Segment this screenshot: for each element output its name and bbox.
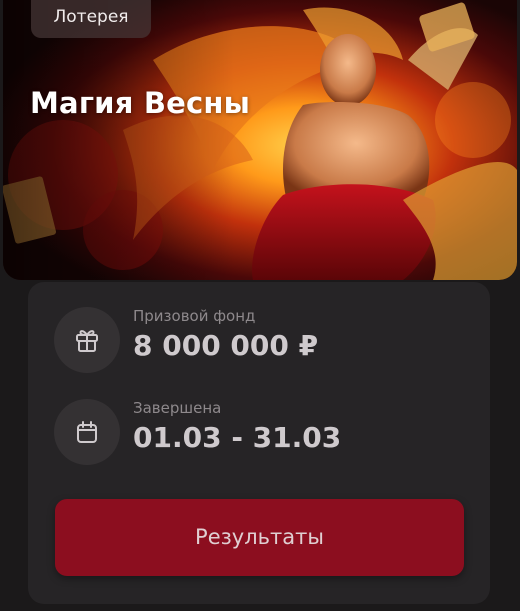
status-icon-circle <box>54 399 120 465</box>
lottery-card: Лотерея Магия Весны Призовой фонд 8 000 … <box>0 0 520 611</box>
prize-icon-circle <box>54 307 120 373</box>
lottery-title: Магия Весны <box>30 86 251 120</box>
gift-icon <box>76 330 98 352</box>
category-tag: Лотерея <box>31 0 151 38</box>
banner-artwork <box>3 0 517 280</box>
prize-fund-value: 8 000 000 ₽ <box>133 329 319 362</box>
date-range-value: 01.03 - 31.03 <box>133 421 342 454</box>
results-button[interactable]: Результаты <box>55 499 464 576</box>
lottery-banner[interactable]: Лотерея Магия Весны <box>3 0 517 280</box>
prize-fund-label: Призовой фонд <box>133 307 256 325</box>
calendar-icon <box>77 421 97 443</box>
status-label: Завершена <box>133 399 222 417</box>
lottery-info-panel: Призовой фонд 8 000 000 ₽ Завершена 01.0… <box>28 282 490 604</box>
